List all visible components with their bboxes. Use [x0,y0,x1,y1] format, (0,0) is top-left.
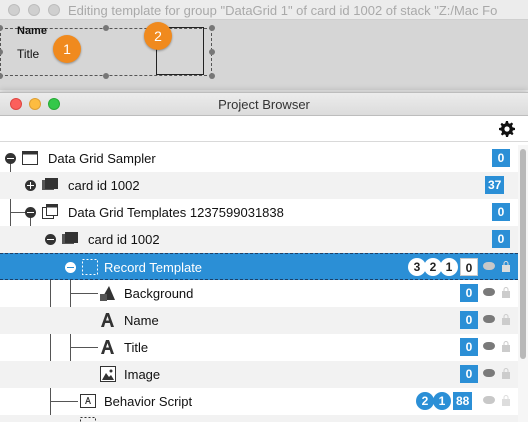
visibility-eye-icon[interactable] [483,262,495,270]
lock-icon[interactable] [502,368,510,379]
project-browser-toolbar [0,116,528,142]
tree-row-image[interactable]: Image 0 [0,361,518,388]
visibility-eye-icon[interactable] [483,315,495,323]
graphic-icon [100,286,115,301]
gear-icon[interactable] [499,121,515,137]
text-field-icon [101,313,114,327]
resize-handle[interactable] [209,49,215,55]
visibility-eye-icon[interactable] [483,288,495,296]
count-badge[interactable]: 37 [485,176,505,194]
tree-row-group-selected[interactable]: Record Template 3 2 1 0 [0,253,518,280]
count-badge[interactable]: 0 [492,230,510,248]
collapse-icon[interactable] [45,234,56,245]
resize-handle[interactable] [103,25,109,31]
tree-row-card[interactable]: card id 1002 37 [0,172,518,199]
tree-row-field[interactable]: Name 0 [0,307,518,334]
count-badge[interactable]: 2 [416,392,434,410]
count-badge[interactable]: 88 [453,392,473,410]
collapse-icon[interactable] [25,207,36,218]
tree-row-partial[interactable] [0,415,518,422]
count-badge[interactable]: 0 [460,284,478,302]
name-field-label[interactable]: Name [17,25,47,37]
scrollbar-thumb[interactable] [520,149,526,359]
button-icon [80,394,96,408]
tree-row-label: card id 1002 [88,232,160,247]
count-badge[interactable]: 0 [492,203,510,221]
tree-row-label: Title [124,340,149,355]
tree-row-card[interactable]: card id 1002 0 [0,226,518,253]
image-icon [100,366,116,382]
tree-row-label: Name [124,313,159,328]
template-editor-window: Editing template for group "DataGrid 1" … [0,0,528,90]
resize-handle[interactable] [209,73,215,79]
title-field-label[interactable]: Title [17,47,39,61]
project-browser-window: Project Browser Data Grid Sampler 0 card… [0,92,528,422]
tree-row-graphic[interactable]: Background 0 [0,280,518,307]
callout-badge-2: 2 [144,22,172,50]
lock-icon[interactable] [502,395,510,406]
project-browser-titlebar: Project Browser [0,93,528,116]
field-icon [80,417,96,422]
tree-row-label: Record Template [104,260,203,275]
count-badge[interactable]: 1 [440,258,458,276]
group-icon [82,259,98,275]
count-badge[interactable]: 0 [460,258,478,276]
project-tree[interactable]: Data Grid Sampler 0 card id 1002 37 Data… [0,145,518,422]
visibility-eye-icon[interactable] [483,342,495,350]
close-window-button[interactable] [8,4,20,16]
tree-row-label: Behavior Script [104,394,193,409]
callout-badge-1: 1 [53,35,81,63]
stack-window-icon [22,151,38,165]
count-badge[interactable]: 0 [460,311,478,329]
tree-row-label: Data Grid Templates 1237599031838 [68,205,284,220]
lock-icon[interactable] [502,341,510,352]
zoom-window-button[interactable] [48,4,60,16]
project-browser-title: Project Browser [218,97,310,112]
tree-row-field[interactable]: Title 0 [0,334,518,361]
template-editor-title: Editing template for group "DataGrid 1" … [68,3,498,18]
tree-row-button[interactable]: Behavior Script 2 1 88 [0,388,518,415]
count-badge[interactable]: 0 [460,338,478,356]
collapse-icon[interactable] [65,262,76,273]
visibility-eye-icon[interactable] [483,396,495,404]
card-icon [62,232,78,244]
minimize-window-button[interactable] [28,4,40,16]
resize-handle[interactable] [103,73,109,79]
lock-icon[interactable] [502,314,510,325]
count-badge[interactable]: 1 [433,392,451,410]
count-badge[interactable]: 0 [460,365,478,383]
vertical-scrollbar[interactable] [518,145,528,422]
card-icon [42,178,58,190]
text-field-icon [101,340,114,354]
substack-icon [42,204,58,219]
resize-handle[interactable] [209,25,215,31]
tree-row-template-stack[interactable]: Data Grid Templates 1237599031838 0 [0,199,518,226]
tree-row-label: Data Grid Sampler [48,151,156,166]
collapse-icon[interactable] [5,153,16,164]
lock-icon[interactable] [502,287,510,298]
lock-icon[interactable] [502,261,510,272]
tree-row-label: Background [124,286,194,301]
tree-row-stack[interactable]: Data Grid Sampler 0 [0,145,518,172]
tree-row-label: card id 1002 [68,178,140,193]
tree-row-label: Image [124,367,161,382]
template-editor-titlebar: Editing template for group "DataGrid 1" … [0,0,528,20]
expand-icon[interactable] [25,180,36,191]
visibility-eye-icon[interactable] [483,369,495,377]
count-badge[interactable]: 0 [492,149,510,167]
